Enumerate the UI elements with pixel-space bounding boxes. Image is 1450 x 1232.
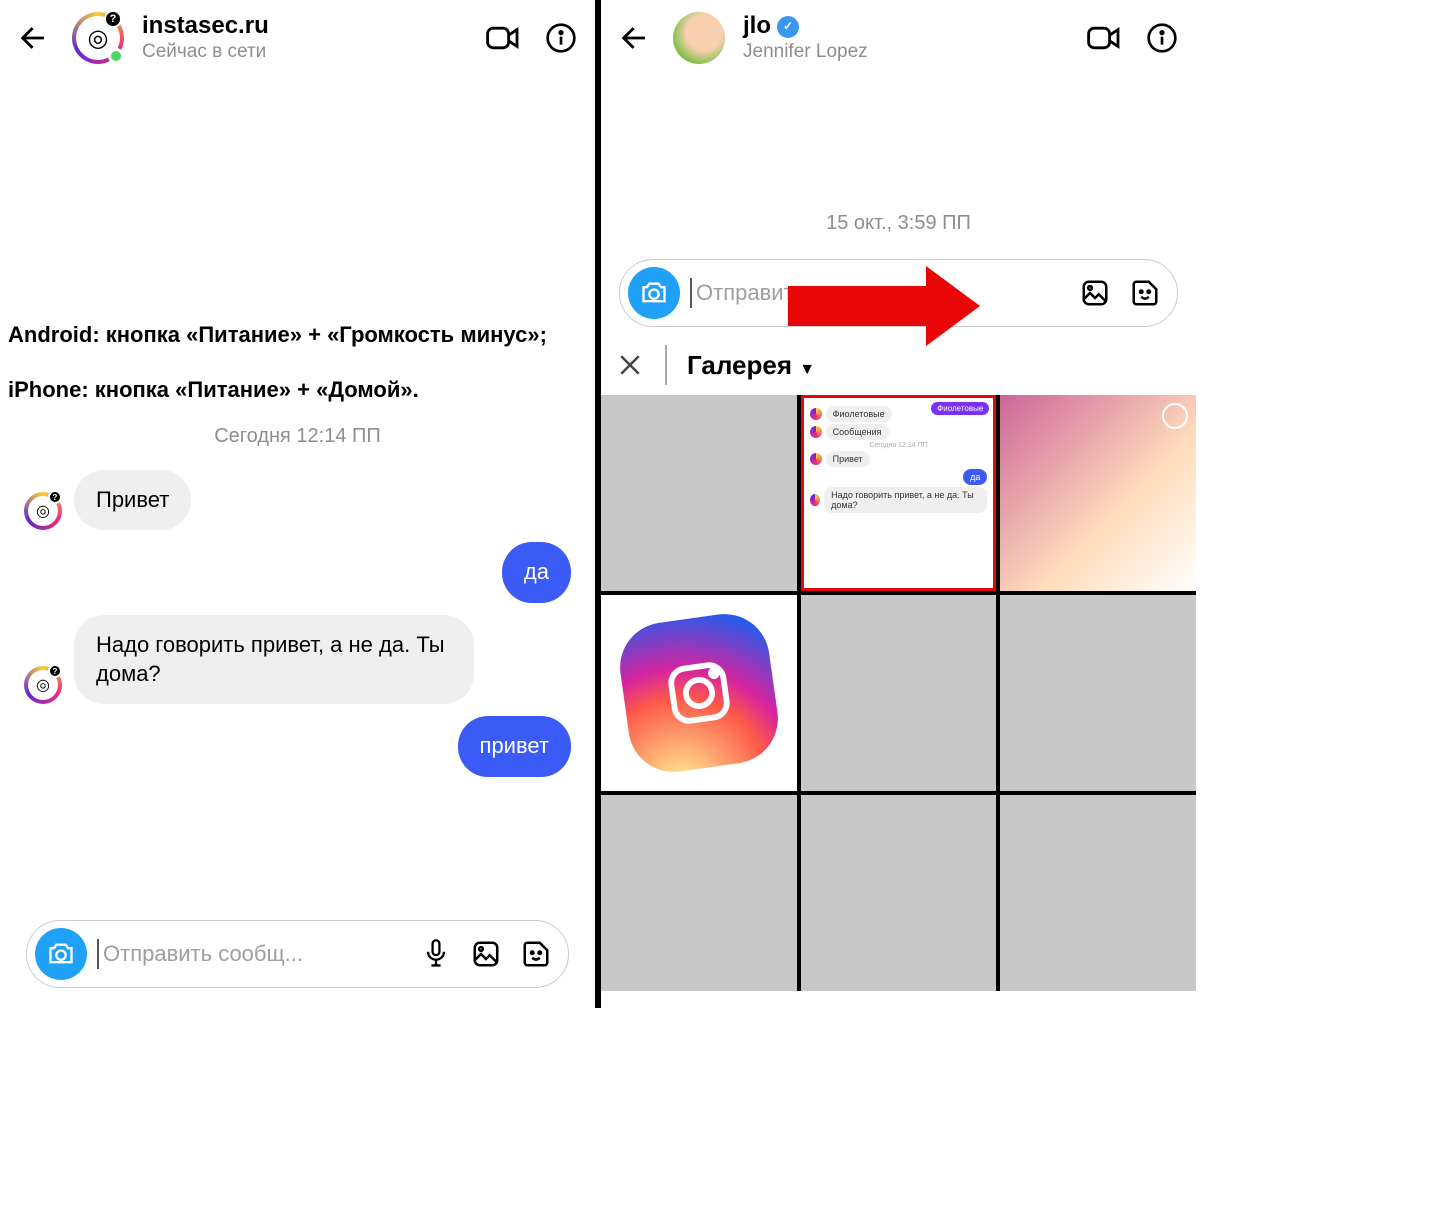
online-indicator-icon: [108, 48, 124, 64]
left-chat-screen: ◎ ? instasec.ru Сейчас в сети Android: к…: [0, 0, 595, 1008]
chat-timestamp: 15 окт., 3:59 ПП: [601, 196, 1196, 251]
user-avatar[interactable]: ◎ ?: [72, 12, 124, 64]
message-outgoing[interactable]: да: [502, 542, 571, 603]
unknown-badge-icon: ?: [104, 10, 122, 28]
close-gallery-button[interactable]: [615, 350, 645, 380]
message-avatar[interactable]: ◎ ?: [24, 666, 62, 704]
camera-button[interactable]: [35, 928, 87, 980]
separator: [665, 345, 667, 385]
chat-status: Сейчас в сети: [142, 41, 465, 64]
gallery-grid: Фиолетовые Фиолетовые Сообщения Сегодня …: [601, 395, 1196, 991]
message-row: ◎ ? Привет: [0, 464, 595, 537]
back-button[interactable]: [615, 18, 655, 58]
gallery-thumbnail[interactable]: [1000, 395, 1196, 591]
microphone-icon[interactable]: [416, 934, 456, 974]
gallery-thumbnail[interactable]: [1000, 795, 1196, 991]
info-button[interactable]: [1142, 18, 1182, 58]
gallery-thumbnail[interactable]: [601, 395, 797, 591]
right-chat-screen: jlo✓ Jennifer Lopez 15 окт., 3:59 ПП Отп…: [601, 0, 1196, 1008]
instagram-logo-icon: [614, 608, 783, 777]
gallery-icon[interactable]: [1075, 273, 1115, 313]
chevron-down-icon: ▼: [799, 361, 815, 378]
chat-header: jlo✓ Jennifer Lopez: [601, 0, 1196, 76]
message-incoming[interactable]: Привет: [74, 470, 191, 531]
back-button[interactable]: [14, 18, 54, 58]
message-outgoing[interactable]: привет: [458, 716, 571, 777]
message-row: да: [0, 536, 595, 609]
mini-tag: Фиолетовые: [931, 402, 989, 415]
instruction-android: Android: кнопка «Питание» + «Громкость м…: [0, 316, 595, 353]
selection-circle-icon: [1162, 403, 1188, 429]
gallery-dropdown[interactable]: Галерея ▼: [687, 350, 815, 381]
message-input[interactable]: Отправить сообщ...: [97, 939, 406, 969]
user-avatar[interactable]: [673, 12, 725, 64]
gallery-thumbnail[interactable]: [601, 595, 797, 791]
chat-username[interactable]: instasec.ru: [142, 12, 465, 41]
message-composer: Отправить: [619, 259, 1178, 327]
message-avatar[interactable]: ◎ ?: [24, 492, 62, 530]
gallery-header: Галерея ▼: [601, 335, 1196, 395]
camera-button[interactable]: [628, 267, 680, 319]
chat-header: ◎ ? instasec.ru Сейчас в сети: [0, 0, 595, 76]
gallery-thumbnail-selected[interactable]: Фиолетовые Фиолетовые Сообщения Сегодня …: [801, 395, 997, 591]
sticker-icon[interactable]: [1125, 273, 1165, 313]
info-button[interactable]: [541, 18, 581, 58]
message-incoming[interactable]: Надо говорить привет, а не да. Ты дома?: [74, 615, 474, 704]
chat-subtitle: Jennifer Lopez: [743, 41, 1066, 64]
gallery-icon[interactable]: [466, 934, 506, 974]
gallery-thumbnail[interactable]: [601, 795, 797, 991]
message-row: привет: [0, 710, 595, 783]
instruction-iphone: iPhone: кнопка «Питание» + «Домой».: [0, 371, 595, 408]
video-call-button[interactable]: [1084, 18, 1124, 58]
verified-badge-icon: ✓: [777, 16, 799, 38]
message-row: ◎ ? Надо говорить привет, а не да. Ты до…: [0, 609, 595, 710]
chat-username[interactable]: jlo✓: [743, 12, 1066, 41]
annotation-arrow-icon: [788, 280, 978, 330]
gallery-thumbnail[interactable]: [801, 595, 997, 791]
gallery-thumbnail[interactable]: [801, 795, 997, 991]
video-call-button[interactable]: [483, 18, 523, 58]
message-composer: Отправить сообщ...: [26, 920, 569, 988]
sticker-icon[interactable]: [516, 934, 556, 974]
chat-timestamp: Сегодня 12:14 ПП: [0, 409, 595, 464]
gallery-thumbnail[interactable]: [1000, 595, 1196, 791]
